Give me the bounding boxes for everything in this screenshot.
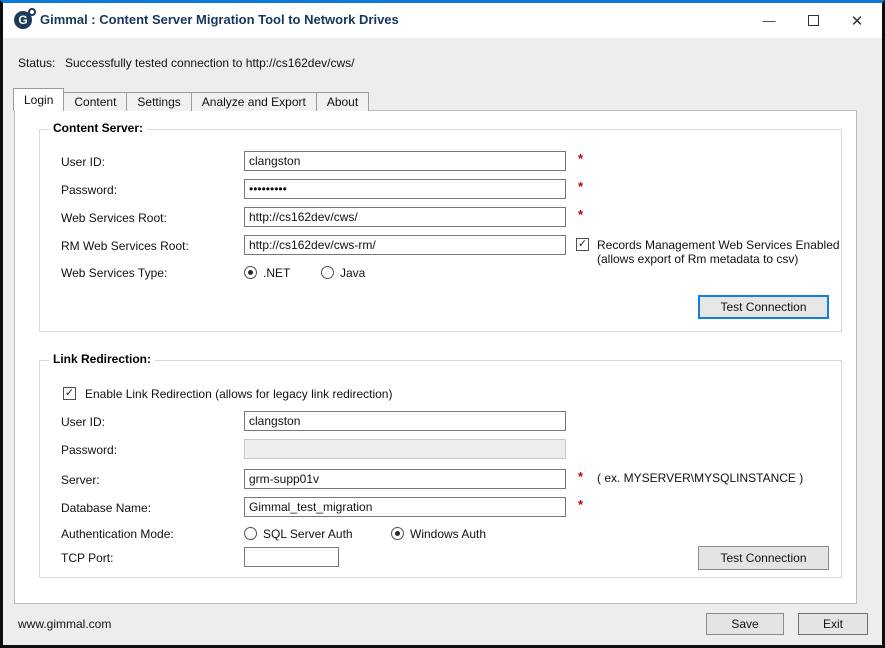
app-window: G Gimmal : Content Server Migration Tool… [0,0,885,648]
tab-about[interactable]: About [316,92,369,111]
gimmal-logo-icon: G [14,11,32,29]
radio-dotnet[interactable] [244,266,257,279]
rm-enabled-checkbox[interactable]: ✓ [576,238,589,251]
cs-user-id-input[interactable] [244,151,566,171]
radio-windows-auth[interactable] [391,527,404,540]
content-server-group-title: Content Server: [49,121,147,135]
gimmal-website-link: www.gimmal.com [18,617,111,631]
lr-test-connection-button[interactable]: Test Connection [698,546,829,570]
window-title: Gimmal : Content Server Migration Tool t… [40,12,399,27]
cs-user-id-label: User ID: [61,155,105,169]
tab-content[interactable]: Content [63,92,127,111]
minimize-icon[interactable]: — [748,3,790,38]
lr-server-input[interactable] [244,469,566,489]
lr-user-id-input[interactable] [244,411,566,431]
tab-strip: Login Content Settings Analyze and Expor… [13,88,368,111]
maximize-square [808,15,819,26]
rm-enabled-label-line1: Records Management Web Services Enabled [597,238,840,252]
title-bar: G Gimmal : Content Server Migration Tool… [3,3,882,38]
lr-server-required-marker: * [578,469,583,484]
exit-button[interactable]: Exit [798,613,868,635]
rm-enabled-label-line2: (allows export of Rm metadata to csv) [597,252,798,266]
lr-database-name-input[interactable] [244,497,566,517]
tab-analyze-and-export[interactable]: Analyze and Export [191,92,317,111]
close-icon[interactable]: ✕ [836,3,878,38]
lr-password-label: Password: [61,443,117,457]
cs-test-connection-button[interactable]: Test Connection [698,295,829,319]
cs-password-label: Password: [61,183,117,197]
tab-settings[interactable]: Settings [126,92,191,111]
status-message: Successfully tested connection to http:/… [65,56,355,70]
cs-user-id-required-marker: * [578,151,583,166]
status-bar: Status: Successfully tested connection t… [3,38,882,88]
status-label: Status: [18,56,55,70]
lr-database-name-required-marker: * [578,497,583,512]
radio-dotnet-label: .NET [263,266,290,280]
cs-web-services-root-required-marker: * [578,207,583,222]
lr-server-hint: ( ex. MYSERVER\MYSQLINSTANCE ) [597,471,803,485]
radio-sql-server-auth-label: SQL Server Auth [263,527,353,541]
cs-web-services-type-label: Web Services Type: [61,266,167,280]
radio-sql-server-auth[interactable] [244,527,257,540]
radio-java[interactable] [321,266,334,279]
maximize-icon[interactable] [792,3,834,38]
cs-rm-web-services-root-label: RM Web Services Root: [61,239,189,253]
cs-password-required-marker: * [578,179,583,194]
cs-rm-web-services-root-input[interactable] [244,235,566,255]
lr-tcp-port-label: TCP Port: [61,551,113,565]
cs-web-services-root-label: Web Services Root: [61,211,167,225]
login-tab-page: Content Server: User ID: * Password: * W… [14,110,857,604]
lr-database-name-label: Database Name: [61,501,151,515]
lr-server-label: Server: [61,473,100,487]
lr-user-id-label: User ID: [61,415,105,429]
cs-password-input[interactable] [244,179,566,199]
lr-password-input [244,439,566,459]
radio-windows-auth-label: Windows Auth [410,527,486,541]
enable-link-redirection-checkbox[interactable]: ✓ [63,387,76,400]
lr-authentication-mode-label: Authentication Mode: [61,527,174,541]
link-redirection-group-title: Link Redirection: [49,352,155,366]
tab-login[interactable]: Login [13,88,64,111]
footer: www.gimmal.com Save Exit [3,604,882,645]
lr-tcp-port-input[interactable] [244,547,339,567]
cs-web-services-root-input[interactable] [244,207,566,227]
enable-link-redirection-label: Enable Link Redirection (allows for lega… [85,387,392,401]
save-button[interactable]: Save [706,613,784,635]
radio-java-label: Java [340,266,365,280]
